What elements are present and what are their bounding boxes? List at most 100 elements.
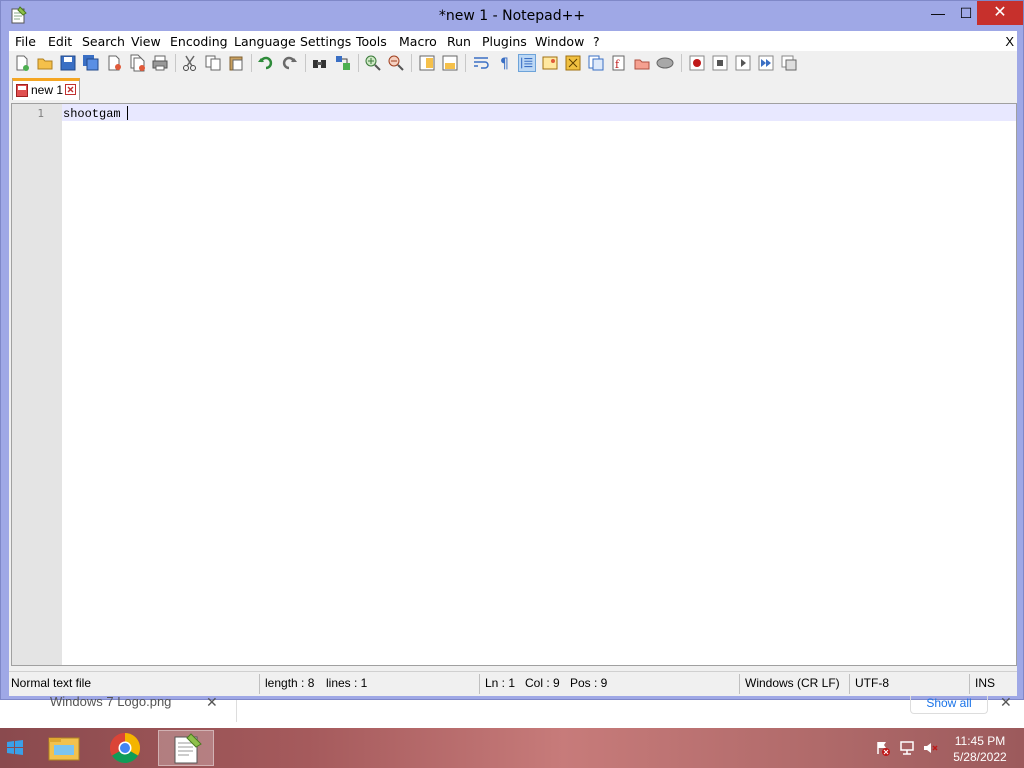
status-divider — [969, 674, 970, 694]
find-icon[interactable] — [311, 54, 329, 72]
taskbar-file-explorer[interactable] — [36, 730, 92, 766]
editor-text[interactable]: shootgam — [63, 107, 121, 121]
svg-text:¶: ¶ — [500, 56, 509, 72]
taskbar-notepadpp[interactable] — [158, 730, 214, 766]
download-divider — [236, 700, 237, 722]
close-window-button[interactable]: ✕ — [977, 1, 1023, 25]
menu-view[interactable]: View — [131, 34, 161, 49]
sync-horizontal-icon[interactable] — [441, 54, 459, 72]
save-all-icon[interactable] — [82, 54, 100, 72]
window-title: *new 1 - Notepad++ — [438, 8, 586, 24]
zoom-out-icon[interactable] — [387, 54, 405, 72]
file-explorer-icon — [48, 737, 80, 761]
download-bar-close-icon[interactable]: ✕ — [1000, 694, 1012, 711]
windows-start-icon[interactable] — [6, 739, 24, 757]
toolbar-separator — [251, 54, 252, 72]
status-length: length : 8 — [265, 676, 315, 690]
current-line-highlight — [62, 104, 1016, 121]
menu-macro[interactable]: Macro — [399, 34, 437, 49]
save-macro-icon[interactable] — [780, 54, 798, 72]
sync-vertical-icon[interactable] — [418, 54, 436, 72]
clock-time[interactable]: 11:45 PM — [940, 734, 1020, 748]
title-bar[interactable]: *new 1 - Notepad++ — ☐ ✕ — [1, 1, 1023, 31]
editor-area[interactable]: 1 shootgam — [11, 103, 1017, 666]
show-all-chars-icon[interactable]: ¶ — [495, 54, 513, 72]
toolbar-separator — [465, 54, 466, 72]
user-language-icon[interactable] — [564, 54, 582, 72]
text-caret — [127, 106, 128, 120]
menu-bar: File Edit Search View Encoding Language … — [9, 31, 1017, 51]
status-divider — [259, 674, 260, 694]
status-position: Pos : 9 — [570, 676, 608, 690]
status-line: Ln : 1 — [485, 676, 516, 690]
play-macro-icon[interactable] — [734, 54, 752, 72]
notepadpp-icon — [174, 733, 202, 764]
menu-search[interactable]: Search — [82, 34, 125, 49]
menu-help[interactable]: ? — [593, 34, 600, 49]
paste-icon[interactable] — [227, 54, 245, 72]
toolbar: ¶ f — [9, 51, 1017, 75]
indent-guide-icon[interactable] — [518, 54, 536, 72]
new-file-icon[interactable] — [13, 54, 31, 72]
cut-icon[interactable] — [181, 54, 199, 72]
status-insert-mode[interactable]: INS — [975, 676, 995, 690]
taskbar-chrome[interactable] — [97, 730, 153, 766]
menu-language[interactable]: Language — [234, 34, 296, 49]
copy-icon[interactable] — [204, 54, 222, 72]
tab-new-1[interactable]: new 1 — [12, 78, 80, 100]
toolbar-separator — [411, 54, 412, 72]
undo-icon[interactable] — [257, 54, 275, 72]
status-divider — [849, 674, 850, 694]
open-file-icon[interactable] — [36, 54, 54, 72]
monitoring-eye-icon[interactable] — [656, 54, 674, 72]
menu-run[interactable]: Run — [447, 34, 471, 49]
run-macro-multiple-icon[interactable] — [757, 54, 775, 72]
status-divider — [739, 674, 740, 694]
download-item-close-icon[interactable]: ✕ — [206, 694, 218, 711]
volume-muted-icon[interactable] — [922, 740, 938, 756]
status-lines: lines : 1 — [326, 676, 368, 690]
download-bar: Windows 7 Logo.png ✕ Show all ✕ — [0, 694, 1024, 728]
menu-tools[interactable]: Tools — [356, 34, 387, 49]
menu-encoding[interactable]: Encoding — [170, 34, 228, 49]
monitoring-icon[interactable] — [633, 54, 651, 72]
toolbar-separator — [175, 54, 176, 72]
status-bar: Normal text file length : 8 lines : 1 Ln… — [9, 671, 1017, 695]
folder-workspace-icon[interactable]: f — [610, 54, 628, 72]
clock-date[interactable]: 5/28/2022 — [940, 750, 1020, 764]
status-eol[interactable]: Windows (CR LF) — [745, 676, 840, 690]
menu-settings[interactable]: Settings — [300, 34, 351, 49]
redo-icon[interactable] — [280, 54, 298, 72]
tab-bar: new 1 — [9, 77, 1017, 101]
chrome-icon — [109, 733, 141, 764]
line-number: 1 — [37, 107, 44, 120]
status-divider — [479, 674, 480, 694]
status-encoding[interactable]: UTF-8 — [855, 676, 889, 690]
close-icon[interactable] — [105, 54, 123, 72]
show-all-button[interactable]: Show all — [910, 696, 988, 714]
action-center-icon[interactable] — [875, 740, 891, 756]
toolbar-separator — [681, 54, 682, 72]
menu-window[interactable]: Window — [535, 34, 584, 49]
menu-file[interactable]: File — [15, 34, 36, 49]
stop-macro-icon[interactable] — [711, 54, 729, 72]
record-macro-icon[interactable] — [688, 54, 706, 72]
close-document-button[interactable]: X — [1005, 34, 1014, 49]
replace-icon[interactable] — [334, 54, 352, 72]
client-area: File Edit Search View Encoding Language … — [9, 31, 1017, 696]
network-icon[interactable] — [899, 740, 915, 756]
status-file-type: Normal text file — [11, 676, 92, 690]
line-number-gutter: 1 — [12, 104, 62, 665]
zoom-in-icon[interactable] — [364, 54, 382, 72]
menu-edit[interactable]: Edit — [48, 34, 72, 49]
close-all-icon[interactable] — [128, 54, 146, 72]
download-item-name[interactable]: Windows 7 Logo.png — [50, 694, 171, 709]
menu-plugins[interactable]: Plugins — [482, 34, 527, 49]
function-list-icon[interactable] — [587, 54, 605, 72]
tab-close-icon[interactable] — [65, 84, 76, 95]
print-icon[interactable] — [151, 54, 169, 72]
document-map-icon[interactable] — [541, 54, 559, 72]
notepadpp-window: *new 1 - Notepad++ — ☐ ✕ File Edit Searc… — [0, 0, 1024, 700]
word-wrap-icon[interactable] — [472, 54, 490, 72]
save-icon[interactable] — [59, 54, 77, 72]
